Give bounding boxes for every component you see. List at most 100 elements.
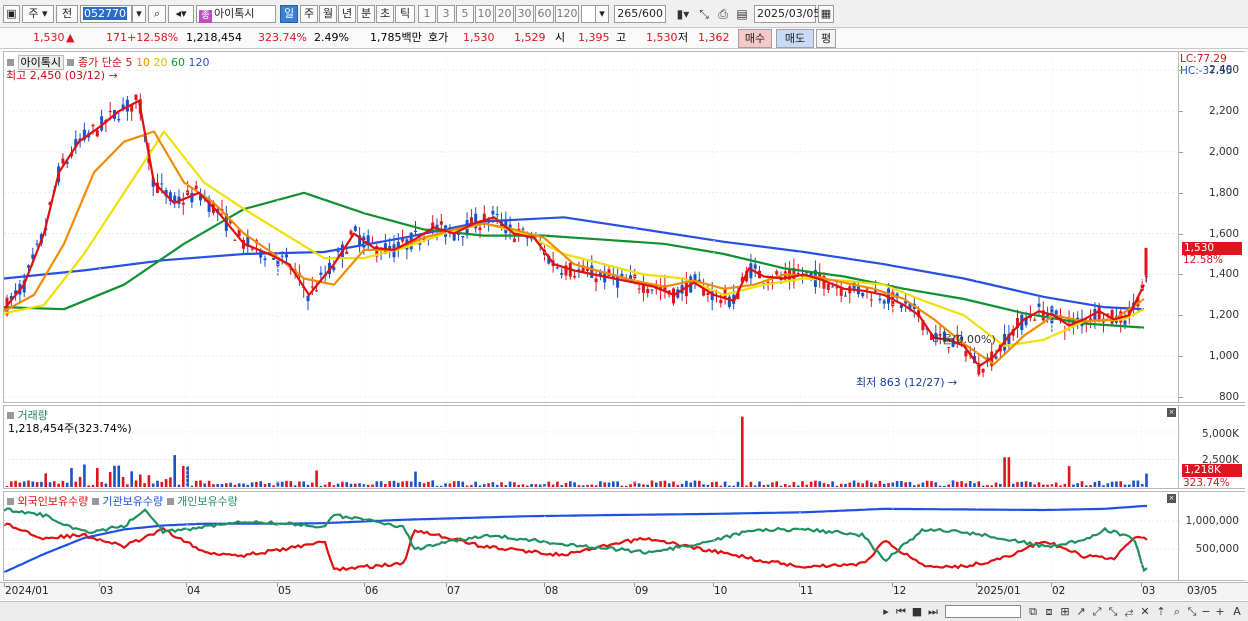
interval-dropdown-button[interactable]: ▾ <box>595 5 609 23</box>
sell-button[interactable]: 매도 <box>776 29 814 48</box>
layout-icon[interactable]: ▣ <box>3 5 20 23</box>
candle-body <box>646 288 650 294</box>
stock-name-box[interactable]: 종 아이톡시 <box>196 5 276 23</box>
stock-code-input[interactable]: 052770 <box>80 5 132 23</box>
pointer-icon[interactable]: ⇡ <box>1154 604 1168 619</box>
tab-day[interactable]: 일 <box>280 5 298 23</box>
zoom-box-icon[interactable]: ⧉ <box>1026 604 1040 619</box>
candle-body <box>134 94 138 100</box>
speaker-icon[interactable]: ◂▾ <box>168 5 194 23</box>
volume-bar <box>1076 483 1079 487</box>
candle-body <box>61 158 65 164</box>
candle-body <box>865 288 869 290</box>
count-input[interactable]: 265/600 <box>614 5 666 23</box>
compare-icon[interactable]: ⊞ <box>1058 604 1072 619</box>
prev-button[interactable]: 전 <box>56 5 78 23</box>
tab-year[interactable]: 년 <box>338 5 356 23</box>
buy-button[interactable]: 매수 <box>738 29 772 48</box>
draw-line-icon[interactable]: ↗ <box>1074 604 1088 619</box>
candle-body <box>719 299 723 304</box>
interval-30[interactable]: 30 <box>515 5 534 23</box>
evaluation-button[interactable]: 평 <box>816 29 836 48</box>
crosshair-icon[interactable]: ⤡ <box>695 5 713 23</box>
volume-bar <box>1007 457 1011 487</box>
scroll-start-icon[interactable]: ⏮ <box>894 604 908 619</box>
tab-tick[interactable]: 틱 <box>395 5 415 23</box>
bottom-bar: ▸ ⏮ ■ ⏭ ⧉ ⧈ ⊞ ↗ ⤢ ⤡ ⥄ ✕ ⇡ ⌕ ⤡ − + A <box>0 601 1248 621</box>
volume-bar <box>560 485 563 487</box>
interval-20[interactable]: 20 <box>495 5 514 23</box>
volume-chart-panel[interactable]: 거래량 1,218,454주(323.74%) × <box>3 405 1179 489</box>
tab-minute[interactable]: 분 <box>357 5 375 23</box>
scroll-stop-icon[interactable]: ■ <box>910 604 924 619</box>
scroll-right-icon[interactable]: ▸ <box>880 604 892 619</box>
close-icon[interactable]: × <box>1167 494 1176 503</box>
candle-type-icon[interactable]: ▮▾ <box>674 5 692 23</box>
volume-bar <box>848 482 852 487</box>
volume-bar <box>964 483 968 487</box>
candle-body <box>353 226 357 231</box>
search-icon[interactable]: ⌕ <box>148 5 166 23</box>
code-dropdown-button[interactable]: ▾ <box>132 5 146 23</box>
tab-week[interactable]: 주 <box>300 5 318 23</box>
cursor-icon[interactable]: ⤡ <box>1186 604 1198 619</box>
interval-1[interactable]: 1 <box>418 5 436 23</box>
volume-bar <box>440 485 443 487</box>
volume-bar <box>1042 484 1045 487</box>
tab-month[interactable]: 월 <box>319 5 337 23</box>
scroll-end-icon[interactable]: ⏭ <box>926 604 940 619</box>
trend-line-icon[interactable]: ⤢ <box>1090 604 1104 619</box>
volume-bar <box>194 480 198 487</box>
volume-bar <box>504 485 508 487</box>
volume-chart[interactable] <box>4 406 1178 488</box>
volume-bar <box>839 483 843 487</box>
fib-line-icon[interactable]: ⤡ <box>1106 604 1120 619</box>
volume-bar <box>491 482 495 487</box>
interval-60[interactable]: 60 <box>535 5 554 23</box>
tab-second[interactable]: 초 <box>376 5 394 23</box>
volume-bar <box>538 484 542 487</box>
print-icon[interactable]: ⎙ <box>714 5 732 23</box>
price-ytick <box>1179 70 1183 72</box>
price-chart[interactable] <box>4 52 1178 402</box>
x-axis-label: 11 <box>800 585 814 597</box>
price-change: 171 <box>106 31 127 44</box>
volume-bar <box>354 483 357 487</box>
candle-body <box>706 292 710 296</box>
interval-120[interactable]: 120 <box>555 5 579 23</box>
volume-bar <box>569 481 572 487</box>
candle-body <box>35 243 39 245</box>
interval-5[interactable]: 5 <box>456 5 474 23</box>
period-unit-select[interactable]: 주 ▾ <box>22 5 54 23</box>
volume-bar <box>762 485 766 487</box>
volume-current-pct: 323.74% <box>1183 477 1230 489</box>
interval-10[interactable]: 10 <box>475 5 494 23</box>
date-input[interactable]: 2025/03/05 <box>754 5 820 23</box>
chart-scrollbar[interactable] <box>945 605 1021 618</box>
volume-bar <box>805 484 809 487</box>
cross-icon[interactable]: ✕ <box>1138 604 1152 619</box>
candle-body <box>560 272 564 275</box>
candle-body <box>173 195 177 202</box>
holdings-chart-panel[interactable]: 외국인보유수량 기관보유수량 개인보유수량 × <box>3 491 1179 581</box>
zoom-icon[interactable]: ⌕ <box>1170 604 1184 619</box>
price-chart-panel[interactable]: 아이톡시 종가 단순 5 10 20 60 120 최고 2,450 (03/1… <box>3 51 1179 403</box>
volume-bar <box>629 484 632 487</box>
text-tool-icon[interactable]: A <box>1230 604 1244 619</box>
volume-bar <box>655 482 658 487</box>
save-icon[interactable]: ▤ <box>733 5 751 23</box>
channel-line-icon[interactable]: ⥄ <box>1122 604 1136 619</box>
volume-bar <box>981 485 985 487</box>
zoom-out-icon[interactable]: − <box>1200 604 1212 619</box>
volume-bar <box>594 485 598 487</box>
copy-icon[interactable]: ⧈ <box>1042 604 1056 619</box>
volume-current-tag: 1,218K <box>1182 464 1242 477</box>
volume-bar <box>947 484 950 487</box>
date-picker-button[interactable]: ▦ <box>818 5 834 23</box>
price-ylabel: 1,000 <box>1208 350 1239 363</box>
candle-body <box>414 230 417 233</box>
interval-3[interactable]: 3 <box>437 5 455 23</box>
zoom-in-icon[interactable]: + <box>1214 604 1226 619</box>
close-icon[interactable]: × <box>1167 408 1176 417</box>
volume-bar <box>1097 480 1101 487</box>
